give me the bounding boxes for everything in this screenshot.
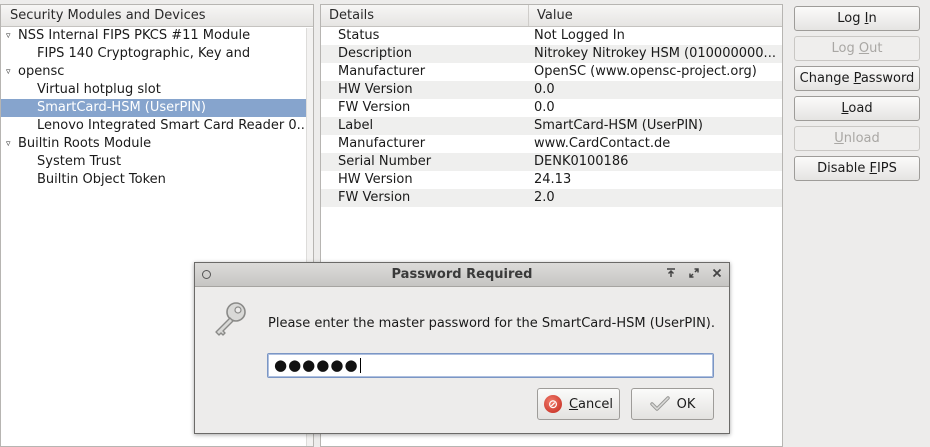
tree-item-builtin-roots[interactable]: ▿ Builtin Roots Module (1, 135, 313, 153)
row-value: Nitrokey Nitrokey HSM (010000000... (534, 46, 776, 61)
action-buttons: Log In Log Out Change Password Load Unlo… (794, 6, 920, 186)
key-icon (215, 302, 246, 336)
tree-item-label: NSS Internal FIPS PKCS #11 Module (18, 28, 251, 43)
log-out-button[interactable]: Log Out (794, 36, 920, 61)
row-key: HW Version (338, 82, 413, 97)
button-label: n (868, 11, 877, 26)
tree-item-label: Builtin Roots Module (18, 136, 152, 151)
table-row[interactable]: Label SmartCard-HSM (UserPIN) (321, 117, 782, 135)
button-label: assword (860, 71, 915, 86)
tree-item-label: FIPS 140 Cryptographic, Key and (37, 46, 251, 61)
row-value: 0.0 (534, 82, 555, 97)
load-button[interactable]: Load (794, 96, 920, 121)
password-required-dialog: Password Required Please enter the maste… (194, 262, 730, 434)
column-header-value[interactable]: Value (529, 5, 782, 26)
table-row[interactable]: Status Not Logged In (321, 27, 782, 45)
dialog-title: Password Required (391, 267, 533, 282)
row-key: HW Version (338, 172, 413, 187)
tree-item-label: Builtin Object Token (37, 172, 166, 187)
details-rows: Status Not Logged In Description Nitrokey … (321, 27, 782, 207)
expander-icon[interactable]: ▿ (6, 63, 16, 81)
row-key: Status (338, 28, 380, 43)
tree-item-fips-140-token[interactable]: FIPS 140 Cryptographic, Key and (1, 45, 313, 63)
checkmark-icon (649, 396, 670, 411)
table-row[interactable]: FW Version 0.0 (321, 99, 782, 117)
tree-item-nss-internal-module[interactable]: ▿ NSS Internal FIPS PKCS #11 Module (1, 27, 313, 45)
row-value: 2.0 (534, 190, 555, 205)
tree-item-label: SmartCard-HSM (UserPIN) (37, 100, 206, 115)
unload-button[interactable]: Unload (794, 126, 920, 151)
dialog-titlebar[interactable]: Password Required (195, 263, 729, 287)
button-label: Change (799, 71, 854, 86)
tree-item-label: opensc (18, 64, 65, 79)
dialog-message: Please enter the master password for the… (268, 316, 716, 331)
button-label: Log (837, 11, 865, 26)
button-label: ut (869, 41, 883, 56)
table-row[interactable]: Description Nitrokey Nitrokey HSM (010000… (321, 45, 782, 63)
text-cursor (359, 358, 361, 373)
tree-column-header[interactable]: Security Modules and Devices (1, 5, 313, 27)
column-header-details[interactable]: Details (321, 5, 529, 26)
cancel-icon: ⊘ (543, 395, 562, 413)
button-label: OK (676, 396, 696, 412)
row-value: 24.13 (534, 172, 572, 187)
row-key: Manufacturer (338, 136, 426, 151)
tree-item-label: Lenovo Integrated Smart Card Reader 0... (37, 118, 310, 133)
disable-fips-button[interactable]: Disable FIPS (794, 156, 920, 181)
expander-icon[interactable]: ▿ (6, 135, 16, 153)
details-table-header: Details Value (321, 5, 782, 27)
mnemonic: P (853, 71, 861, 86)
row-value: SmartCard-HSM (UserPIN) (534, 118, 703, 133)
tree-item-label: System Trust (37, 154, 122, 169)
table-row[interactable]: FW Version 2.0 (321, 189, 782, 207)
button-label: nload (843, 131, 880, 146)
tree-item-smartcard-hsm[interactable]: SmartCard-HSM (UserPIN) (1, 99, 313, 117)
change-password-button[interactable]: Change Password (794, 66, 920, 91)
mnemonic: F (869, 161, 877, 176)
table-row[interactable]: HW Version 0.0 (321, 81, 782, 99)
ok-button[interactable]: OK (631, 388, 714, 420)
row-key: Serial Number (338, 154, 432, 169)
tree-item-label: Virtual hotplug slot (37, 82, 161, 97)
button-label: Cancel (569, 397, 613, 412)
row-key: FW Version (338, 100, 411, 115)
button-label: IPS (876, 161, 897, 176)
table-row[interactable]: Serial Number DENK0100186 (321, 153, 782, 171)
expander-icon[interactable]: ▿ (6, 27, 16, 45)
maximize-icon[interactable] (689, 263, 699, 287)
table-row[interactable]: Manufacturer www.CardContact.de (321, 135, 782, 153)
row-value: OpenSC (www.opensc-project.org) (534, 64, 757, 79)
row-value: DENK0100186 (534, 154, 629, 169)
row-key: Label (338, 118, 374, 133)
row-key: Description (338, 46, 413, 61)
password-input[interactable]: ●●●●●● (267, 353, 714, 378)
table-row[interactable]: HW Version 24.13 (321, 171, 782, 189)
mnemonic: C (568, 396, 579, 412)
table-row[interactable]: Manufacturer OpenSC (www.opensc-project.o… (321, 63, 782, 81)
mnemonic: O (858, 41, 870, 56)
row-value: www.CardContact.de (534, 136, 671, 151)
tree-item-lenovo-reader[interactable]: Lenovo Integrated Smart Card Reader 0... (1, 117, 313, 135)
close-icon[interactable] (712, 263, 722, 287)
button-label: oad (848, 101, 873, 116)
row-value: 0.0 (534, 100, 555, 115)
keep-above-icon[interactable] (666, 263, 676, 287)
button-label: Log (831, 41, 859, 56)
tree-item-opensc[interactable]: ▿ opensc (1, 63, 313, 81)
tree-item-virtual-hotplug-slot[interactable]: Virtual hotplug slot (1, 81, 313, 99)
tree-item-builtin-object-token[interactable]: Builtin Object Token (1, 171, 313, 189)
tree-item-system-trust[interactable]: System Trust (1, 153, 313, 171)
log-in-button[interactable]: Log In (794, 6, 920, 31)
window-menu-icon[interactable] (202, 270, 211, 279)
button-label: Disable (817, 161, 870, 176)
mnemonic: U (834, 131, 844, 146)
row-key: FW Version (338, 190, 411, 205)
password-masked-value: ●●●●●● (274, 356, 359, 374)
cancel-button[interactable]: ⊘ Cancel (537, 388, 620, 420)
row-value: Not Logged In (534, 28, 625, 43)
label-part: ancel (578, 396, 614, 412)
row-key: Manufacturer (338, 64, 426, 79)
